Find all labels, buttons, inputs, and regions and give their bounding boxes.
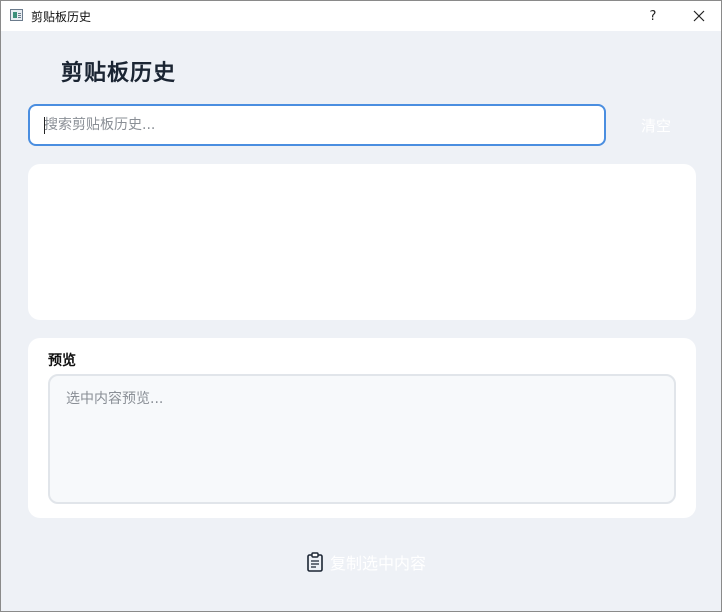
page-title: 剪贴板历史 bbox=[61, 60, 177, 86]
close-icon bbox=[693, 10, 705, 22]
history-list[interactable] bbox=[28, 164, 696, 320]
clipboard-icon bbox=[306, 552, 324, 572]
preview-label: 预览 bbox=[48, 353, 76, 369]
search-input[interactable] bbox=[28, 104, 606, 146]
clear-button[interactable]: 清空 bbox=[621, 104, 691, 146]
copy-selected-button[interactable]: 复制选中内容 bbox=[281, 543, 451, 581]
title-bar: 剪贴板历史 ? bbox=[1, 1, 721, 31]
app-window: 剪贴板历史 ? 剪贴板历史 清空 预览 复制选中内容 bbox=[0, 0, 722, 612]
preview-card: 预览 bbox=[28, 338, 696, 518]
copy-selected-label: 复制选中内容 bbox=[329, 554, 426, 573]
app-icon bbox=[10, 9, 23, 21]
help-button[interactable]: ? bbox=[631, 1, 675, 31]
close-button[interactable] bbox=[677, 1, 721, 31]
window-title: 剪贴板历史 bbox=[31, 10, 92, 24]
text-caret bbox=[44, 117, 45, 134]
preview-textarea[interactable] bbox=[48, 374, 676, 504]
